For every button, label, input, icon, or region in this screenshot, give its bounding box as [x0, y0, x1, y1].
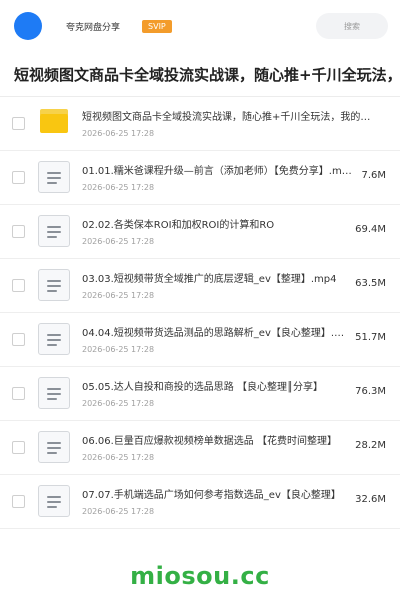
row-checkbox[interactable] — [12, 387, 25, 400]
file-date: 2026-06-25 17:28 — [82, 453, 155, 462]
user-avatar[interactable] — [14, 12, 42, 40]
folder-icon — [40, 109, 68, 133]
file-date: 2026-06-25 17:28 — [82, 291, 155, 300]
file-name: 06.06.巨量百应爆款视频榜单数据选品 【花费时间整理】 — [82, 436, 337, 447]
brand-label: 夸克网盘分享 — [66, 22, 121, 33]
file-row[interactable]: 03.03.短视频带货全域推广的底层逻辑_ev【整理】.mp4 2026-06-… — [0, 259, 400, 313]
row-checkbox[interactable] — [12, 225, 25, 238]
folder-name: 短视频图文商品卡全域投流实战课，随心推+千川全玩法，我的素材 — [82, 112, 372, 123]
file-icon — [38, 161, 70, 193]
file-date: 2026-06-25 17:28 — [82, 183, 155, 192]
file-row[interactable]: 06.06.巨量百应爆款视频榜单数据选品 【花费时间整理】 2026-06-25… — [0, 421, 400, 475]
file-size: 28.2M — [355, 440, 386, 451]
svip-badge: SVIP — [142, 19, 172, 33]
file-icon — [38, 215, 70, 247]
file-date: 2026-06-25 17:28 — [82, 399, 155, 408]
file-size: 69.4M — [355, 224, 386, 235]
folder-date: 2026-06-25 17:28 — [82, 129, 155, 138]
file-icon — [38, 485, 70, 517]
file-icon — [38, 269, 70, 301]
file-row[interactable]: 02.02.各类保本ROI和加权ROI的计算和RO 2026-06-25 17:… — [0, 205, 400, 259]
file-date: 2026-06-25 17:28 — [82, 237, 155, 246]
file-name: 02.02.各类保本ROI和加权ROI的计算和RO — [82, 220, 275, 231]
watermark: miosou.cc — [130, 562, 270, 590]
file-icon — [38, 431, 70, 463]
row-checkbox[interactable] — [12, 441, 25, 454]
row-checkbox[interactable] — [12, 171, 25, 184]
file-size: 32.6M — [355, 494, 386, 505]
file-size: 63.5M — [355, 278, 386, 289]
file-icon — [38, 377, 70, 409]
file-name: 07.07.手机端选品广场如何参考指数选品_ev【良心整理】 — [82, 490, 341, 501]
file-row[interactable]: 05.05.达人自投和商投的选品思路 【良心整理║分享】 2026-06-25 … — [0, 367, 400, 421]
file-size: 51.7M — [355, 332, 386, 343]
share-title: 短视频图文商品卡全域投流实战课，随心推+千川全玩法，我 — [14, 66, 400, 84]
file-list: 短视频图文商品卡全域投流实战课，随心推+千川全玩法，我的素材 2026-06-2… — [0, 97, 400, 529]
folder-row[interactable]: 短视频图文商品卡全域投流实战课，随心推+千川全玩法，我的素材 2026-06-2… — [0, 97, 400, 151]
top-bar: 夸克网盘分享 SVIP — [0, 0, 400, 52]
row-checkbox[interactable] — [12, 117, 25, 130]
row-checkbox[interactable] — [12, 495, 25, 508]
file-row[interactable]: 07.07.手机端选品广场如何参考指数选品_ev【良心整理】 2026-06-2… — [0, 475, 400, 529]
file-name: 04.04.短视频带货选品测品的思路解析_ev【良心整理】.mp4 — [82, 328, 352, 339]
file-size: 76.3M — [355, 386, 386, 397]
file-name: 01.01.糯米爸课程升级—前言（添加老师）【免费分享】.mp4 — [82, 166, 352, 177]
search-input[interactable] — [316, 13, 388, 39]
file-date: 2026-06-25 17:28 — [82, 507, 155, 516]
file-date: 2026-06-25 17:28 — [82, 345, 155, 354]
row-checkbox[interactable] — [12, 279, 25, 292]
file-name: 05.05.达人自投和商投的选品思路 【良心整理║分享】 — [82, 382, 324, 393]
file-icon — [38, 323, 70, 355]
row-checkbox[interactable] — [12, 333, 25, 346]
file-row[interactable]: 01.01.糯米爸课程升级—前言（添加老师）【免费分享】.mp4 2026-06… — [0, 151, 400, 205]
file-size: 7.6M — [361, 170, 386, 181]
file-name: 03.03.短视频带货全域推广的底层逻辑_ev【整理】.mp4 — [82, 274, 337, 285]
file-row[interactable]: 04.04.短视频带货选品测品的思路解析_ev【良心整理】.mp4 2026-0… — [0, 313, 400, 367]
